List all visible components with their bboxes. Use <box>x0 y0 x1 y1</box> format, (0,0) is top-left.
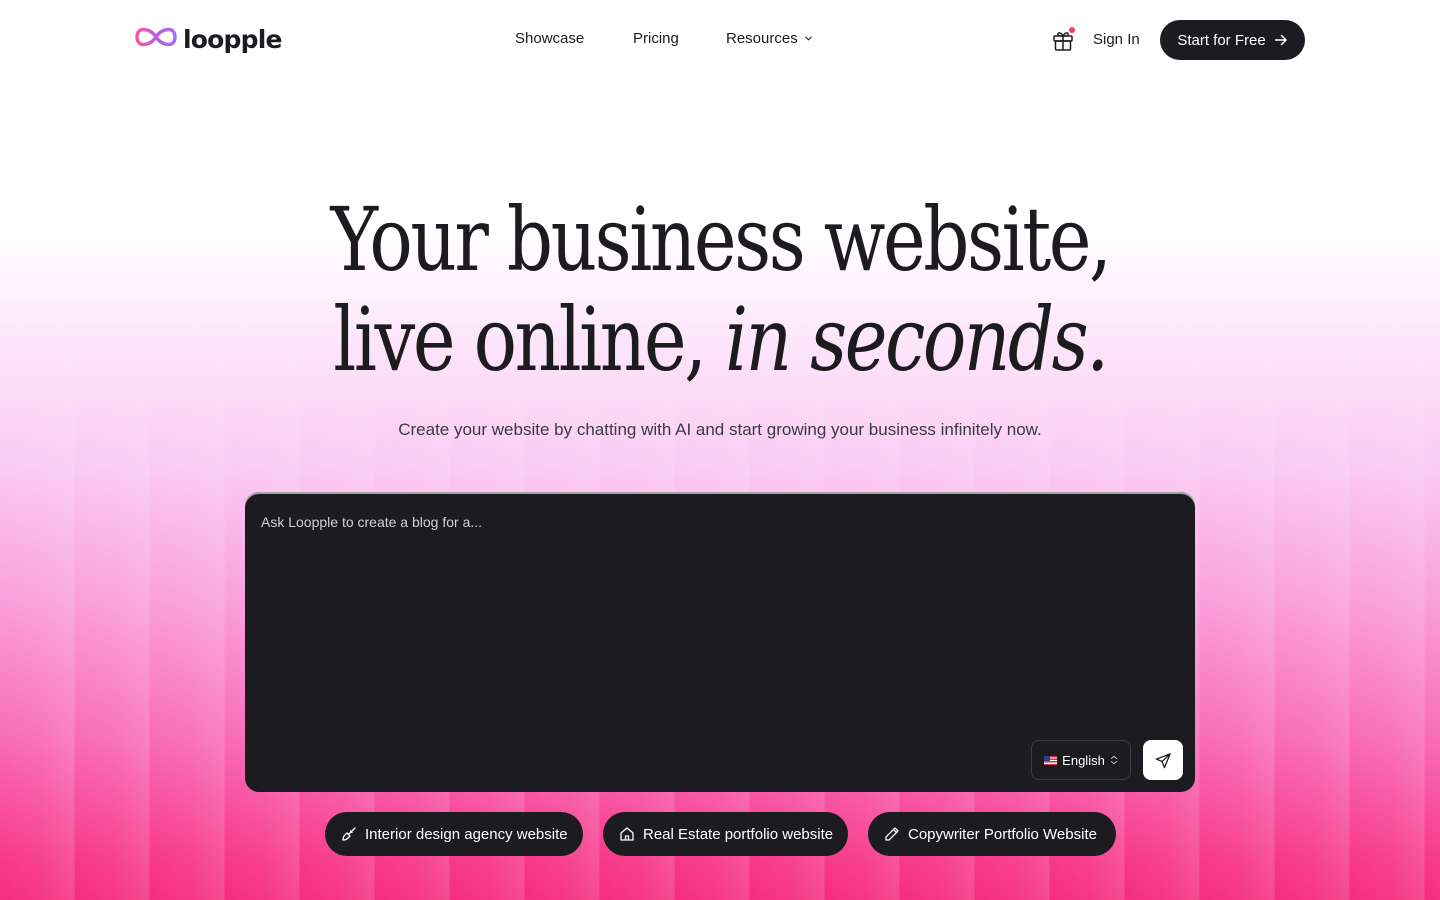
us-flag-icon <box>1044 755 1058 765</box>
arrow-right-icon <box>1274 34 1287 46</box>
paintbrush-icon <box>342 827 356 841</box>
hero-subtitle: Create your website by chatting with AI … <box>398 420 1042 439</box>
notification-dot <box>1069 27 1075 33</box>
language-select-value: English <box>1062 752 1105 768</box>
suggestion-chip-label: Interior design agency website <box>365 825 568 843</box>
gift-button[interactable] <box>1051 27 1075 53</box>
suggestion-chips: Interior design agency website Real Esta… <box>0 812 1440 856</box>
send-button[interactable] <box>1143 740 1183 780</box>
suggestion-chip-label: Copywriter Portfolio Website <box>908 825 1097 843</box>
sign-in-link[interactable]: Sign In <box>1093 31 1140 48</box>
send-icon <box>1155 752 1171 768</box>
nav-pricing[interactable]: Pricing <box>633 30 679 47</box>
suggestion-chip-label: Real Estate portfolio website <box>643 825 834 843</box>
hero-title-line-2: live online, in seconds. <box>130 290 1311 390</box>
language-select[interactable]: English <box>1031 740 1131 780</box>
hero-title-italic: in seconds. <box>725 288 1109 391</box>
start-for-free-label: Start for Free <box>1177 31 1266 49</box>
pencil-icon <box>885 827 899 841</box>
hero-title-line-1: Your business website, <box>330 188 1112 291</box>
hero-title: Your business website, live online, in s… <box>0 190 1440 390</box>
hero-title-line-2-prefix: live online, <box>333 288 726 391</box>
suggestion-chip-real-estate[interactable]: Real Estate portfolio website <box>603 812 848 856</box>
home-icon <box>620 827 634 841</box>
start-for-free-button[interactable]: Start for Free <box>1160 20 1305 60</box>
suggestion-chip-copywriter[interactable]: Copywriter Portfolio Website <box>868 812 1116 856</box>
nav-resources-label: Resources <box>726 30 798 47</box>
prompt-input[interactable] <box>261 510 1161 534</box>
prompt-box: English <box>245 492 1195 792</box>
chevron-down-icon <box>804 36 812 41</box>
suggestion-chip-interior-design[interactable]: Interior design agency website <box>325 812 583 856</box>
chevron-up-down-icon <box>1110 755 1117 765</box>
nav-resources[interactable]: Resources <box>726 30 813 47</box>
site-header: loopple Showcase Pricing Resources Sign … <box>0 0 1440 80</box>
nav-showcase[interactable]: Showcase <box>515 30 584 47</box>
